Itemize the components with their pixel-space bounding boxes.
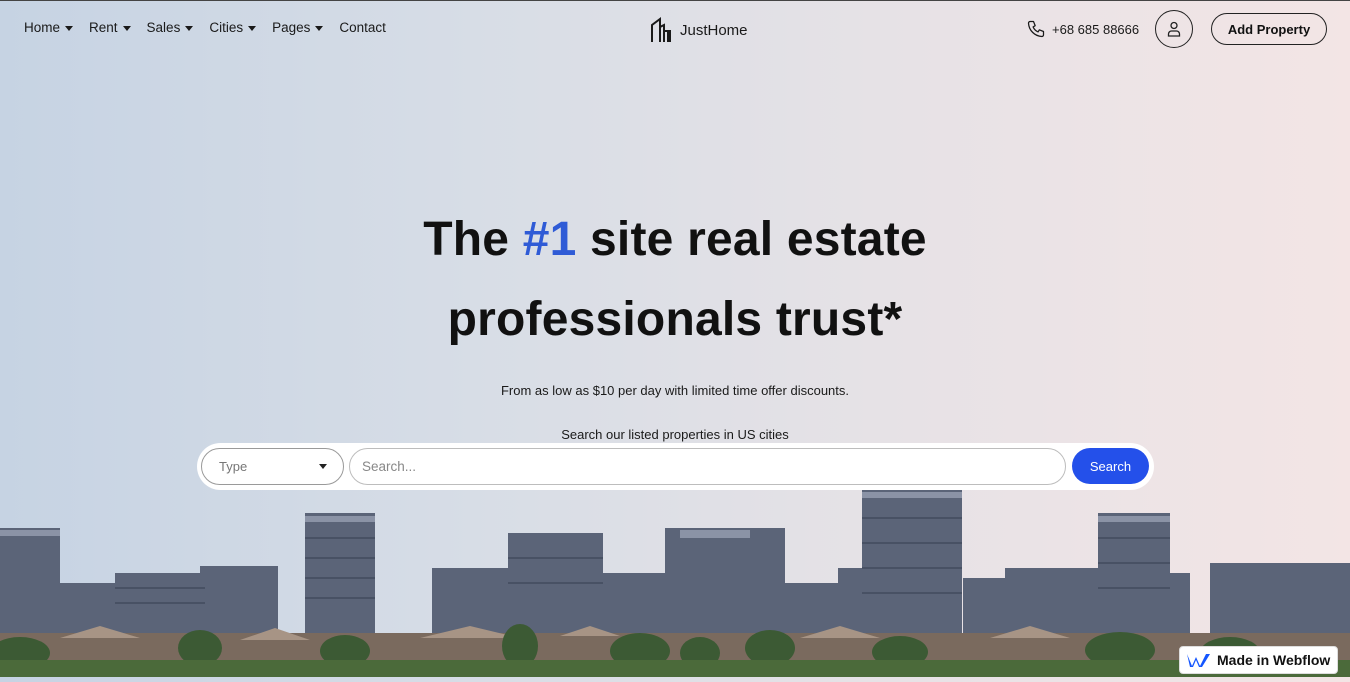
phone-link[interactable]: +68 685 88666 (1026, 19, 1139, 39)
menu-item-rent[interactable]: Rent (89, 20, 131, 35)
menu-item-label: Rent (89, 20, 118, 35)
logo-text: JustHome (680, 21, 748, 39)
menu-item-sales[interactable]: Sales (147, 20, 194, 35)
menu-item-label: Pages (272, 20, 311, 35)
search-button[interactable]: Search (1072, 448, 1149, 484)
caret-down-icon (315, 25, 324, 31)
hero-title: The #1 site real estate professionals tr… (0, 200, 1350, 360)
navbar: Home Rent Sales Cities Pages Contact Jus… (0, 0, 1350, 60)
menu-item-contact[interactable]: Contact (339, 20, 386, 35)
hero-title-accent: #1 (522, 213, 577, 266)
menu-item-pages[interactable]: Pages (272, 20, 324, 35)
phone-icon (1027, 20, 1045, 38)
menu-item-label: Contact (339, 20, 386, 35)
type-select-value: Type (219, 459, 248, 474)
menu-item-label: Home (24, 20, 61, 35)
menu-item-label: Cities (209, 20, 244, 35)
made-in-webflow-badge[interactable]: Made in Webflow (1179, 646, 1338, 674)
caret-down-icon (122, 25, 131, 31)
caret-down-icon (248, 25, 257, 31)
phone-number: +68 685 88666 (1052, 21, 1140, 37)
building-logo-icon (651, 17, 671, 42)
badge-label: Made in Webflow (1217, 652, 1331, 668)
city-skyline-image (0, 488, 1350, 677)
caret-down-icon (319, 464, 327, 469)
webflow-logo-icon (1187, 654, 1210, 667)
search-input[interactable] (349, 448, 1066, 485)
hero-title-part1: The (423, 213, 523, 266)
type-select[interactable]: Type (201, 448, 344, 485)
menu-item-cities[interactable]: Cities (209, 20, 257, 35)
menu-item-label: Sales (146, 20, 181, 35)
search-label: Search our listed properties in US citie… (561, 427, 789, 442)
add-property-button[interactable]: Add Property (1211, 13, 1327, 45)
hero-title-line2: professionals trust* (447, 293, 903, 346)
site-logo[interactable]: JustHome (650, 17, 748, 43)
hero-title-part2: site real estate (576, 213, 927, 266)
hero-subtitle: From as low as $10 per day with limited … (500, 383, 850, 398)
main-menu: Home Rent Sales Cities Pages Contact (24, 20, 402, 35)
caret-down-icon (185, 25, 194, 31)
caret-down-icon (65, 25, 74, 31)
search-bar: Type Search (197, 443, 1154, 490)
account-button[interactable] (1155, 10, 1193, 48)
menu-item-home[interactable]: Home (24, 20, 74, 35)
user-icon (1167, 21, 1181, 37)
